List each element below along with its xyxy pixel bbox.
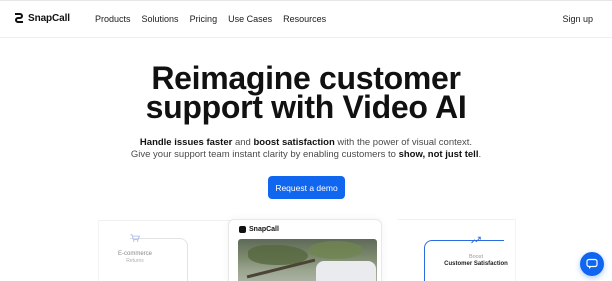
sub-emphasis-boost: boost satisfaction (253, 137, 335, 148)
trend-up-icon (471, 236, 481, 244)
sub-text: with the power of visual context. (334, 137, 473, 148)
header-divider (0, 37, 612, 38)
brand-name: SnapCall (28, 12, 70, 24)
headline-line-2: support with Video AI (145, 89, 467, 125)
brand-logo[interactable]: SnapCall (14, 12, 70, 24)
video-frame-image (238, 239, 377, 281)
sub-text: Give your support team instant clarity b… (130, 149, 399, 160)
returns-label: Returns (126, 258, 144, 264)
video-preview-card: SnapCall (228, 219, 382, 281)
chat-widget-button[interactable] (580, 252, 604, 276)
site-header: SnapCall Products Solutions Pricing Use … (0, 0, 612, 38)
card-brand-name: SnapCall (249, 226, 279, 233)
sub-emphasis-faster: Handle issues faster (139, 137, 233, 148)
card-brand: SnapCall (239, 226, 279, 233)
chat-icon (586, 258, 598, 269)
main-nav: Products Solutions Pricing Use Cases Res… (95, 14, 337, 24)
nav-use-cases[interactable]: Use Cases (228, 14, 272, 24)
sub-emphasis-show: show, not just tell (398, 149, 479, 160)
cart-icon (130, 234, 140, 242)
hero-headline: Reimagine customer support with Video AI (0, 62, 612, 125)
snapcall-logo-icon (239, 226, 246, 233)
snapcall-logo-icon (15, 13, 23, 23)
hero-subtext-1: Handle issues faster and boost satisfact… (0, 137, 612, 148)
nav-solutions[interactable]: Solutions (142, 14, 179, 24)
nav-pricing[interactable]: Pricing (190, 14, 218, 24)
ecommerce-label: E-commerce (117, 251, 152, 257)
boost-label: Boost (468, 254, 484, 260)
sub-text: and (232, 137, 254, 148)
request-demo-button[interactable]: Request a demo (268, 176, 345, 199)
image-car (316, 261, 376, 281)
signup-link[interactable]: Sign up (562, 14, 593, 24)
sub-text: . (478, 149, 482, 160)
image-foliage (308, 241, 363, 259)
customer-satisfaction-label: Customer Satisfaction (444, 261, 508, 267)
nav-resources[interactable]: Resources (283, 14, 326, 24)
hero-subtext-2: Give your support team instant clarity b… (0, 149, 612, 160)
nav-products[interactable]: Products (95, 14, 131, 24)
